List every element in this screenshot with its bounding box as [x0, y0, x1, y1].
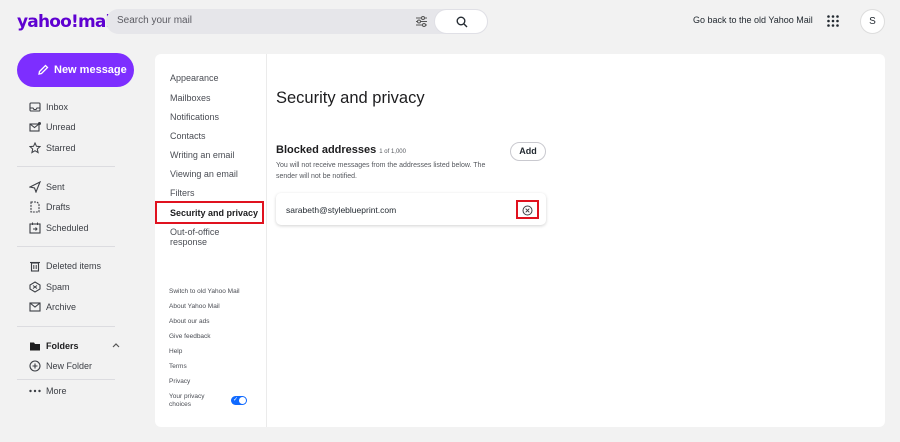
folder-icon [30, 342, 40, 351]
remove-circle-icon [522, 205, 533, 216]
blocked-count: 1 of 1,000 [379, 149, 406, 155]
sidebar-divider [17, 326, 115, 327]
page-title: Security and privacy [276, 89, 425, 107]
sent-icon [29, 181, 41, 193]
settings-item-viewing[interactable]: Viewing an email [170, 169, 238, 179]
search-options-icon[interactable] [416, 16, 427, 27]
pencil-icon [38, 64, 49, 75]
archive-icon [29, 302, 41, 312]
blocked-addresses-heading: Blocked addresses 1 of 1,000 [276, 144, 406, 156]
more-icon [29, 389, 41, 393]
sidebar-item-label: Sent [46, 182, 65, 192]
settings-item-notifications[interactable]: Notifications [170, 112, 219, 122]
apps-grid-icon[interactable] [827, 15, 839, 27]
settings-item-out-of-office[interactable]: Out-of-office [170, 227, 219, 237]
sidebar-divider [17, 246, 115, 247]
drafts-icon [30, 201, 40, 213]
plus-circle-icon [29, 360, 41, 372]
check-icon: ✓ [233, 397, 239, 403]
new-message-label: New message [54, 64, 127, 76]
sidebar-item-label: New Folder [46, 361, 93, 371]
sidebar-item-label: Starred [46, 143, 76, 153]
footer-link-privacy-choices[interactable]: Your privacy [169, 393, 205, 400]
sidebar-item-label: Drafts [46, 202, 71, 212]
settings-item-security[interactable]: Security and privacy [155, 201, 264, 224]
trash-icon [30, 261, 40, 272]
add-blocked-address-button[interactable]: Add [510, 142, 546, 161]
footer-link-feedback[interactable]: Give feedback [169, 333, 211, 340]
blocked-description-line2: sender will not be notified. [276, 173, 357, 180]
footer-link-privacy[interactable]: Privacy [169, 378, 190, 385]
settings-item-out-of-office-line2[interactable]: response [170, 237, 207, 247]
footer-link-about[interactable]: About Yahoo Mail [169, 303, 220, 310]
star-icon [29, 142, 41, 154]
search-input[interactable]: Search your mail [117, 15, 192, 26]
spam-icon [29, 281, 41, 293]
blocked-description: You will not receive messages from the a… [276, 160, 498, 182]
inbox-icon [29, 102, 41, 112]
sidebar-item-label: Folders [46, 341, 79, 351]
search-icon [456, 16, 468, 28]
search-bar[interactable]: Search your mail [106, 9, 488, 34]
sidebar-item-label: Inbox [46, 102, 69, 112]
old-yahoo-mail-link[interactable]: Go back to the old Yahoo Mail [693, 15, 813, 25]
settings-item-contacts[interactable]: Contacts [170, 131, 206, 141]
footer-link-switch[interactable]: Switch to old Yahoo Mail [169, 288, 240, 295]
footer-link-terms[interactable]: Terms [169, 363, 187, 370]
sidebar-item-label: Deleted items [46, 261, 102, 271]
yahoo-mail-logo[interactable]: yahoo!mail [17, 12, 116, 32]
settings-item-appearance[interactable]: Appearance [170, 73, 219, 83]
sidebar-item-label: Archive [46, 302, 77, 312]
sidebar-item-label: Scheduled [46, 223, 89, 233]
footer-link-help[interactable]: Help [169, 348, 182, 355]
new-message-button[interactable]: New message [17, 53, 134, 87]
settings-panel: Appearance Mailboxes Notifications Conta… [155, 54, 885, 427]
footer-link-ads[interactable]: About our ads [169, 318, 209, 325]
avatar[interactable]: S [860, 9, 885, 34]
sidebar-item-label: Unread [46, 122, 76, 132]
blocked-description-line1: You will not receive messages from the a… [276, 162, 486, 169]
settings-item-label: Security and privacy [170, 208, 259, 218]
search-button[interactable] [434, 9, 488, 34]
sidebar-divider [17, 166, 115, 167]
settings-item-mailboxes[interactable]: Mailboxes [170, 93, 211, 103]
privacy-choices-toggle[interactable]: ✓ [231, 396, 247, 405]
settings-nav: Appearance Mailboxes Notifications Conta… [155, 54, 267, 427]
scheduled-icon [29, 222, 41, 234]
remove-blocked-address-button[interactable] [516, 200, 539, 219]
blocked-addresses-title: Blocked addresses [276, 144, 377, 156]
footer-link-privacy-choices-line2[interactable]: choices [169, 401, 191, 408]
unread-icon [29, 122, 41, 132]
chevron-up-icon[interactable] [112, 342, 120, 348]
settings-item-writing[interactable]: Writing an email [170, 150, 234, 160]
blocked-address-email: sarabeth@styleblueprint.com [286, 205, 397, 215]
sidebar-item-label: Spam [46, 282, 70, 292]
sidebar-divider [17, 379, 115, 380]
settings-item-filters[interactable]: Filters [170, 188, 195, 198]
sidebar-item-label: More [46, 386, 67, 396]
blocked-address-row: sarabeth@styleblueprint.com [276, 193, 546, 225]
